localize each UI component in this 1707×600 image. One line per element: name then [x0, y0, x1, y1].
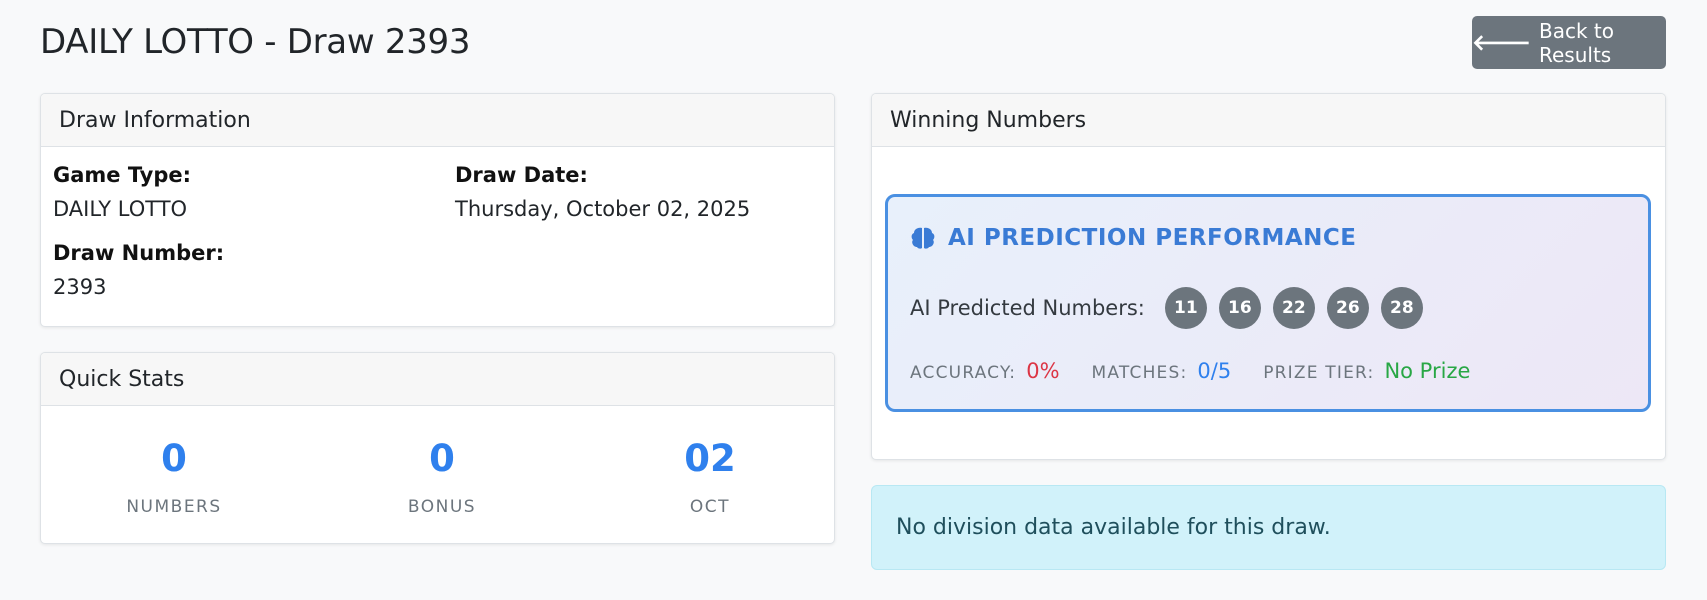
ai-prediction-title-text: AI PREDICTION PERFORMANCE	[948, 225, 1357, 251]
prize-tier-label: PRIZE TIER:	[1263, 363, 1375, 383]
ai-metrics-row: ACCURACY: 0% MATCHES: 0/5 PRIZE TIER: No…	[910, 359, 1502, 383]
stat-value: 02	[684, 437, 736, 480]
matches-label: MATCHES:	[1091, 363, 1188, 383]
page-title: DAILY LOTTO - Draw 2393	[40, 22, 471, 62]
back-to-results-button[interactable]: 🡐 Back to Results	[1472, 16, 1666, 69]
stat-value: 0	[429, 437, 455, 480]
brain-icon	[910, 226, 936, 250]
back-to-results-label: Back to Results	[1539, 18, 1614, 67]
winning-numbers-heading: Winning Numbers	[872, 94, 1665, 147]
stat-value: 0	[161, 437, 187, 480]
stat-label: BONUS	[407, 497, 477, 517]
draw-number-label: Draw Number:	[53, 241, 225, 265]
matches-value: 0/5	[1197, 359, 1232, 383]
predicted-number-ball: 28	[1380, 287, 1423, 329]
prize-tier-value: No Prize	[1384, 359, 1471, 383]
accuracy-label: ACCURACY:	[910, 363, 1017, 383]
game-type-label: Game Type:	[53, 163, 192, 187]
predicted-number-ball: 26	[1326, 287, 1369, 329]
stat-label: NUMBERS	[126, 497, 222, 517]
predicted-number-ball: 22	[1272, 287, 1315, 329]
stat-numbers: 0 NUMBERS	[44, 440, 304, 517]
page: DAILY LOTTO - Draw 2393 🡐 Back to Result…	[0, 0, 1707, 600]
predicted-number-ball: 16	[1218, 287, 1261, 329]
ai-predicted-numbers-row: AI Predicted Numbers: 11 16 22 26 28	[910, 287, 1435, 329]
draw-number-value: 2393	[53, 275, 107, 299]
game-type-value: DAILY LOTTO	[53, 197, 188, 221]
accuracy-value: 0%	[1026, 359, 1060, 383]
draw-information-card: Draw Information Game Type: DAILY LOTTO …	[40, 93, 835, 327]
predicted-number-ball: 11	[1164, 287, 1207, 329]
draw-information-heading: Draw Information	[41, 94, 834, 147]
no-division-data-alert: No division data available for this draw…	[871, 485, 1666, 570]
ai-prediction-title: AI PREDICTION PERFORMANCE	[910, 225, 1357, 251]
ai-prediction-panel: AI PREDICTION PERFORMANCE AI Predicted N…	[885, 194, 1651, 412]
quick-stats-heading: Quick Stats	[41, 353, 834, 406]
stat-month: 02 OCT	[580, 437, 834, 517]
stat-label: OCT	[689, 497, 731, 517]
draw-date-value: Thursday, October 02, 2025	[455, 197, 751, 221]
ai-predicted-numbers-label: AI Predicted Numbers:	[910, 296, 1145, 320]
draw-date-label: Draw Date:	[455, 163, 588, 187]
stat-bonus: 0 BONUS	[312, 440, 572, 517]
alert-text: No division data available for this draw…	[896, 515, 1331, 540]
quick-stats-card: Quick Stats 0 NUMBERS 0 BONUS 02 OCT	[40, 352, 835, 544]
winning-numbers-card: Winning Numbers AI PREDICTION PERFORMANC…	[871, 93, 1666, 460]
arrow-left-icon: 🡐	[1472, 30, 1531, 56]
